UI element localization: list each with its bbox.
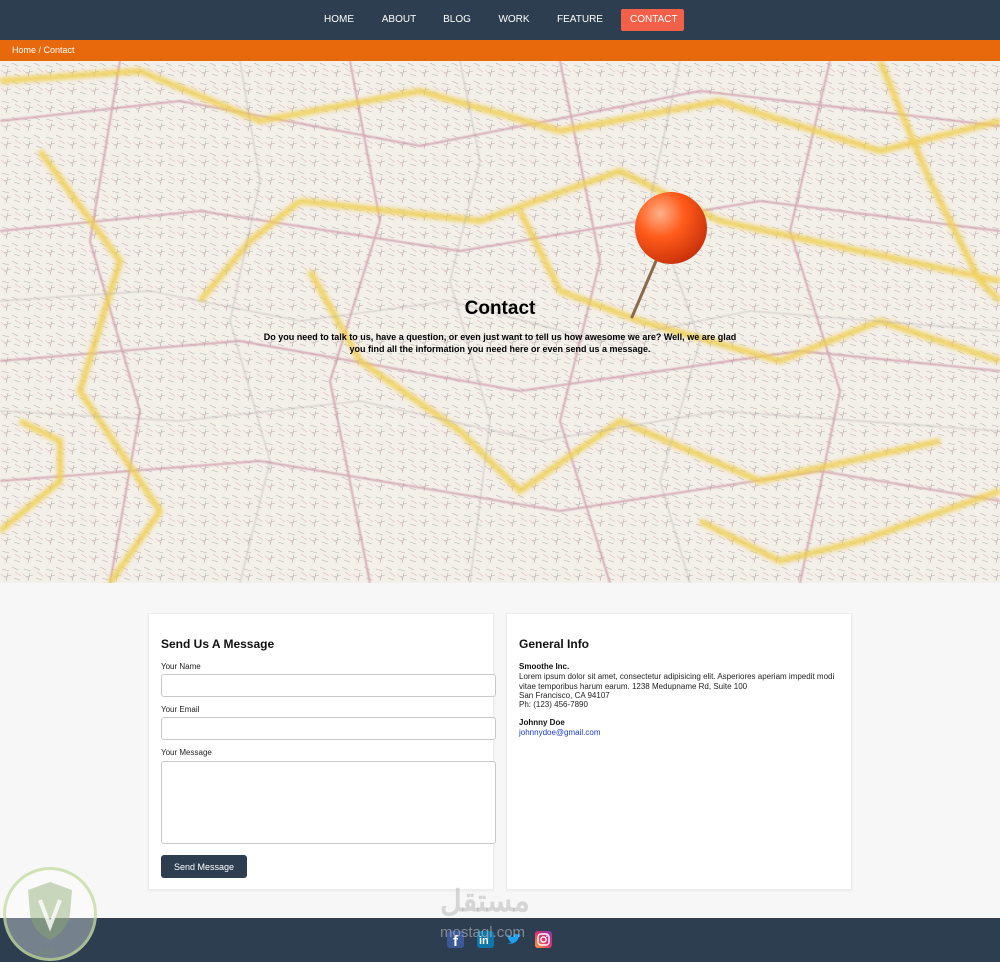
watermark-brand: مستقل xyxy=(440,885,530,918)
company-description: Lorem ipsum dolor sit amet, consectetur … xyxy=(519,672,835,691)
nav-blog-link[interactable]: BLOG xyxy=(438,9,476,31)
nav-about-link[interactable]: ABOUT xyxy=(376,9,422,31)
name-field[interactable] xyxy=(161,674,496,697)
contact-email-link[interactable]: johnnydoe@gmail.com xyxy=(519,728,839,738)
general-info-card: General Info Smoothe Inc. Lorem ipsum do… xyxy=(506,613,852,890)
hero-section: Contact Do you need to talk to us, have … xyxy=(0,61,1000,583)
info-heading: General Info xyxy=(519,637,590,651)
watermark-brand-url: mostaql.com xyxy=(440,924,526,941)
top-navigation: HOME ABOUT BLOG WORK FEATURE CONTACT xyxy=(0,0,1000,40)
email-field[interactable] xyxy=(161,717,496,740)
watermark-logo-text: كفيل xyxy=(36,947,55,957)
message-field[interactable] xyxy=(161,761,496,844)
breadcrumb[interactable]: Home / Contact xyxy=(12,45,75,55)
email-label: Your Email xyxy=(161,705,200,714)
nav-work-link[interactable]: WORK xyxy=(492,9,536,31)
form-heading: Send Us A Message xyxy=(161,637,275,651)
nav-contact-link[interactable]: CONTACT xyxy=(621,9,684,31)
send-message-button[interactable]: Send Message xyxy=(161,855,247,878)
instagram-icon[interactable] xyxy=(535,931,552,948)
nav-home-link[interactable]: HOME xyxy=(318,9,360,31)
name-label: Your Name xyxy=(161,662,201,671)
company-phone: Ph: (123) 456-7890 xyxy=(519,700,588,709)
contact-form-card: Send Us A Message Your Name Your Email Y… xyxy=(148,613,496,890)
contact-person: Johnny Doe xyxy=(519,718,565,727)
watermark-logo: كفيل xyxy=(3,867,97,961)
hero-title: Contact xyxy=(464,298,536,319)
hero-description: Do you need to talk to us, have a questi… xyxy=(263,332,737,354)
map-background xyxy=(0,61,1000,583)
breadcrumb-bar: Home / Contact xyxy=(0,40,1000,61)
message-label: Your Message xyxy=(161,748,212,757)
nav-feature-link[interactable]: FEATURE xyxy=(553,9,607,31)
company-name: Smoothe Inc. xyxy=(519,662,570,671)
